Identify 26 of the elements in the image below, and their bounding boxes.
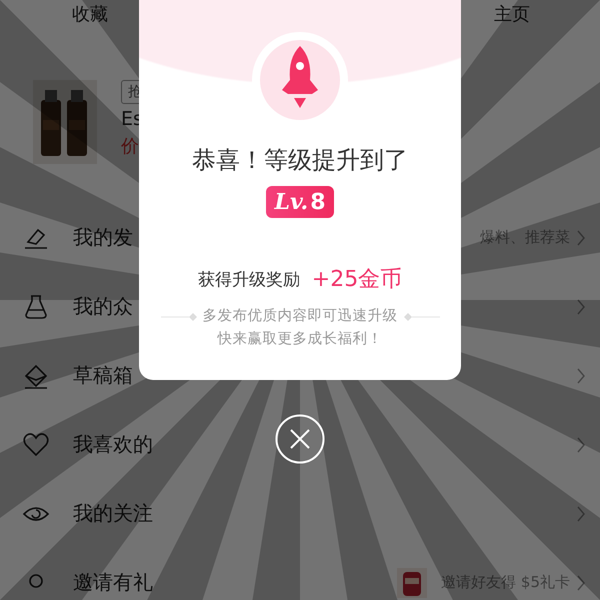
chevron-icon bbox=[576, 230, 586, 246]
tab[interactable]: 收藏 bbox=[72, 2, 108, 32]
reward-value: +25金币 bbox=[312, 266, 402, 294]
divider-icon bbox=[404, 312, 440, 322]
dialog-title: 恭喜！等级提升到了 bbox=[192, 145, 408, 176]
chevron-icon bbox=[576, 506, 586, 522]
menu-item[interactable]: 我的众 bbox=[73, 293, 133, 320]
product-price: 价 bbox=[121, 135, 139, 158]
hint-text: 快来赢取更多成长福利！ bbox=[218, 330, 382, 348]
close-button[interactable] bbox=[275, 414, 325, 464]
menu-item[interactable]: 我的关注 bbox=[73, 500, 153, 527]
chevron-icon bbox=[576, 298, 586, 314]
tab[interactable]: 主页 bbox=[494, 2, 530, 32]
level-badge: Lv.8 bbox=[266, 186, 334, 218]
menu-item[interactable]: 草稿箱 bbox=[73, 362, 133, 389]
hint-text: 多发布优质内容即可迅速升级 bbox=[202, 306, 398, 325]
chevron-icon bbox=[576, 368, 586, 384]
reward-label: 获得升级奖励 bbox=[198, 268, 300, 290]
jar-icon bbox=[22, 292, 50, 320]
divider-icon bbox=[160, 312, 196, 322]
heart-icon bbox=[22, 430, 50, 458]
menu-item[interactable]: 我喜欢的 bbox=[73, 431, 153, 458]
chevron-icon bbox=[576, 436, 586, 452]
menu-item[interactable]: 我的发 bbox=[73, 224, 133, 251]
chevron-icon bbox=[576, 574, 586, 590]
menu-item[interactable]: 邀请有礼 bbox=[73, 569, 153, 596]
